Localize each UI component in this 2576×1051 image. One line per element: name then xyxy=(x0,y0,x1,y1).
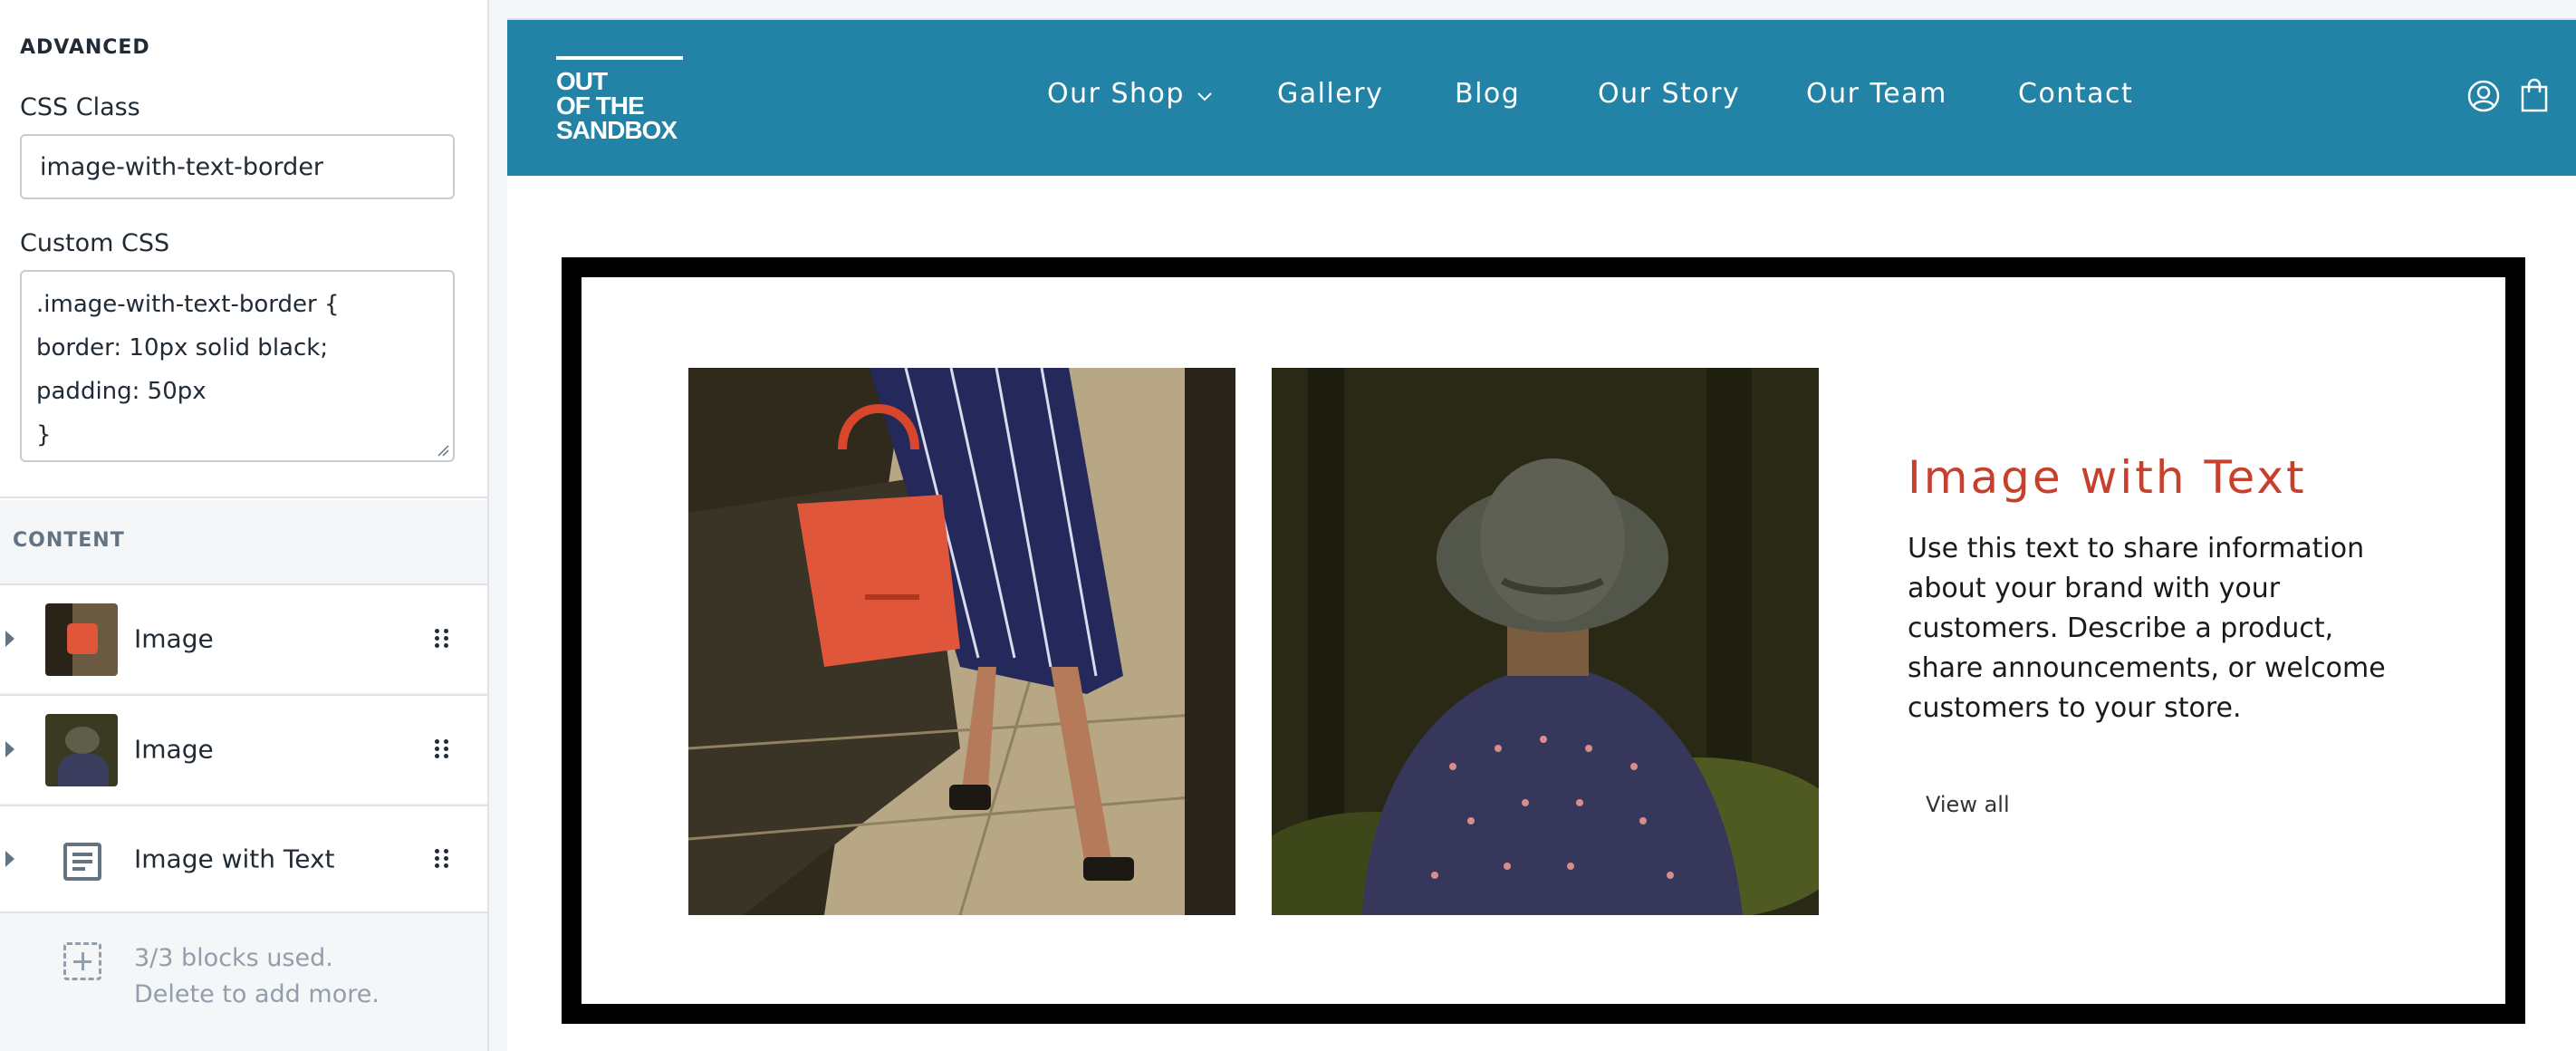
block-row-image[interactable]: Image xyxy=(0,694,487,803)
drag-handle-icon[interactable] xyxy=(435,739,451,759)
image-with-text-section: Image with Text Use this text to share i… xyxy=(562,257,2525,1024)
photo-woman-red-bag-art xyxy=(688,368,1235,915)
section-heading: Image with Text xyxy=(1908,451,2307,504)
block-limit-line: 3/3 blocks used. xyxy=(134,944,333,972)
block-limit-line: Delete to add more. xyxy=(134,980,380,1008)
block-limit-text: 3/3 blocks used. Delete to add more. xyxy=(134,940,380,1013)
text-block-icon xyxy=(63,843,101,881)
custom-css-line: .image-with-text-border { xyxy=(36,291,340,318)
image-thumbnail xyxy=(45,603,118,676)
nav-our-shop[interactable]: Our Shop xyxy=(1047,78,1185,110)
custom-css-textarea[interactable]: .image-with-text-border { border: 10px s… xyxy=(20,270,455,462)
site-header: OUT OF THE SANDBOX Our Shop Gallery Blog… xyxy=(507,20,2576,176)
custom-css-line: } xyxy=(36,421,52,448)
advanced-settings-section: ADVANCED CSS Class Custom CSS .image-wit… xyxy=(0,0,487,498)
nav-blog[interactable]: Blog xyxy=(1455,78,1520,110)
content-heading: CONTENT xyxy=(13,529,125,552)
account-icon[interactable] xyxy=(2467,80,2500,112)
block-row-image-with-text[interactable]: Image with Text xyxy=(0,805,487,913)
thumbnail-hat xyxy=(65,727,100,754)
photo-man-hat xyxy=(1272,368,1819,915)
main-navigation: Our Shop Gallery Blog Our Story Our Team… xyxy=(507,20,2576,176)
view-all-link[interactable]: View all xyxy=(1926,792,2010,817)
content-blocks-section: CONTENT Image Image Image with Text 3/3 … xyxy=(0,500,487,1051)
drag-handle-icon[interactable] xyxy=(435,629,451,649)
custom-css-label: Custom CSS xyxy=(20,229,170,257)
expand-caret-icon[interactable] xyxy=(5,741,14,757)
nav-our-story[interactable]: Our Story xyxy=(1598,78,1740,110)
section-body-text: Use this text to share information about… xyxy=(1908,533,2386,724)
nav-our-team[interactable]: Our Team xyxy=(1806,78,1947,110)
thumbnail-shirt xyxy=(58,754,109,786)
custom-css-line: border: 10px solid black; xyxy=(36,334,329,362)
image-thumbnail xyxy=(45,714,118,786)
shopping-bag-icon[interactable] xyxy=(2520,78,2549,112)
add-block-icon xyxy=(63,942,101,980)
preview-gutter xyxy=(489,0,507,1051)
expand-caret-icon[interactable] xyxy=(5,851,14,867)
photo-woman-red-bag xyxy=(688,368,1235,915)
expand-caret-icon[interactable] xyxy=(5,631,14,647)
custom-css-line: padding: 50px xyxy=(36,378,207,405)
drag-handle-icon[interactable] xyxy=(435,849,451,869)
block-label: Image xyxy=(134,623,214,654)
advanced-heading: ADVANCED xyxy=(20,36,150,59)
storefront-preview: OUT OF THE SANDBOX Our Shop Gallery Blog… xyxy=(507,20,2576,1051)
chevron-down-icon[interactable] xyxy=(1197,89,1212,103)
thumbnail-bag xyxy=(67,623,98,654)
image-with-text-content: Image with Text Use this text to share i… xyxy=(1908,451,2415,728)
nav-contact[interactable]: Contact xyxy=(2018,78,2133,110)
photo-man-hat-art xyxy=(1272,368,1819,915)
block-label: Image with Text xyxy=(134,844,335,874)
resize-grip-icon[interactable] xyxy=(437,444,449,457)
css-class-input[interactable] xyxy=(20,134,455,199)
preview-top-bar xyxy=(507,0,2576,20)
css-class-label: CSS Class xyxy=(20,93,140,121)
block-limit-note: 3/3 blocks used. Delete to add more. xyxy=(0,917,487,1035)
block-row-image[interactable]: Image xyxy=(0,583,487,692)
nav-gallery[interactable]: Gallery xyxy=(1277,78,1383,110)
theme-editor-sidebar: ADVANCED CSS Class Custom CSS .image-wit… xyxy=(0,0,489,1051)
block-label: Image xyxy=(134,734,214,765)
